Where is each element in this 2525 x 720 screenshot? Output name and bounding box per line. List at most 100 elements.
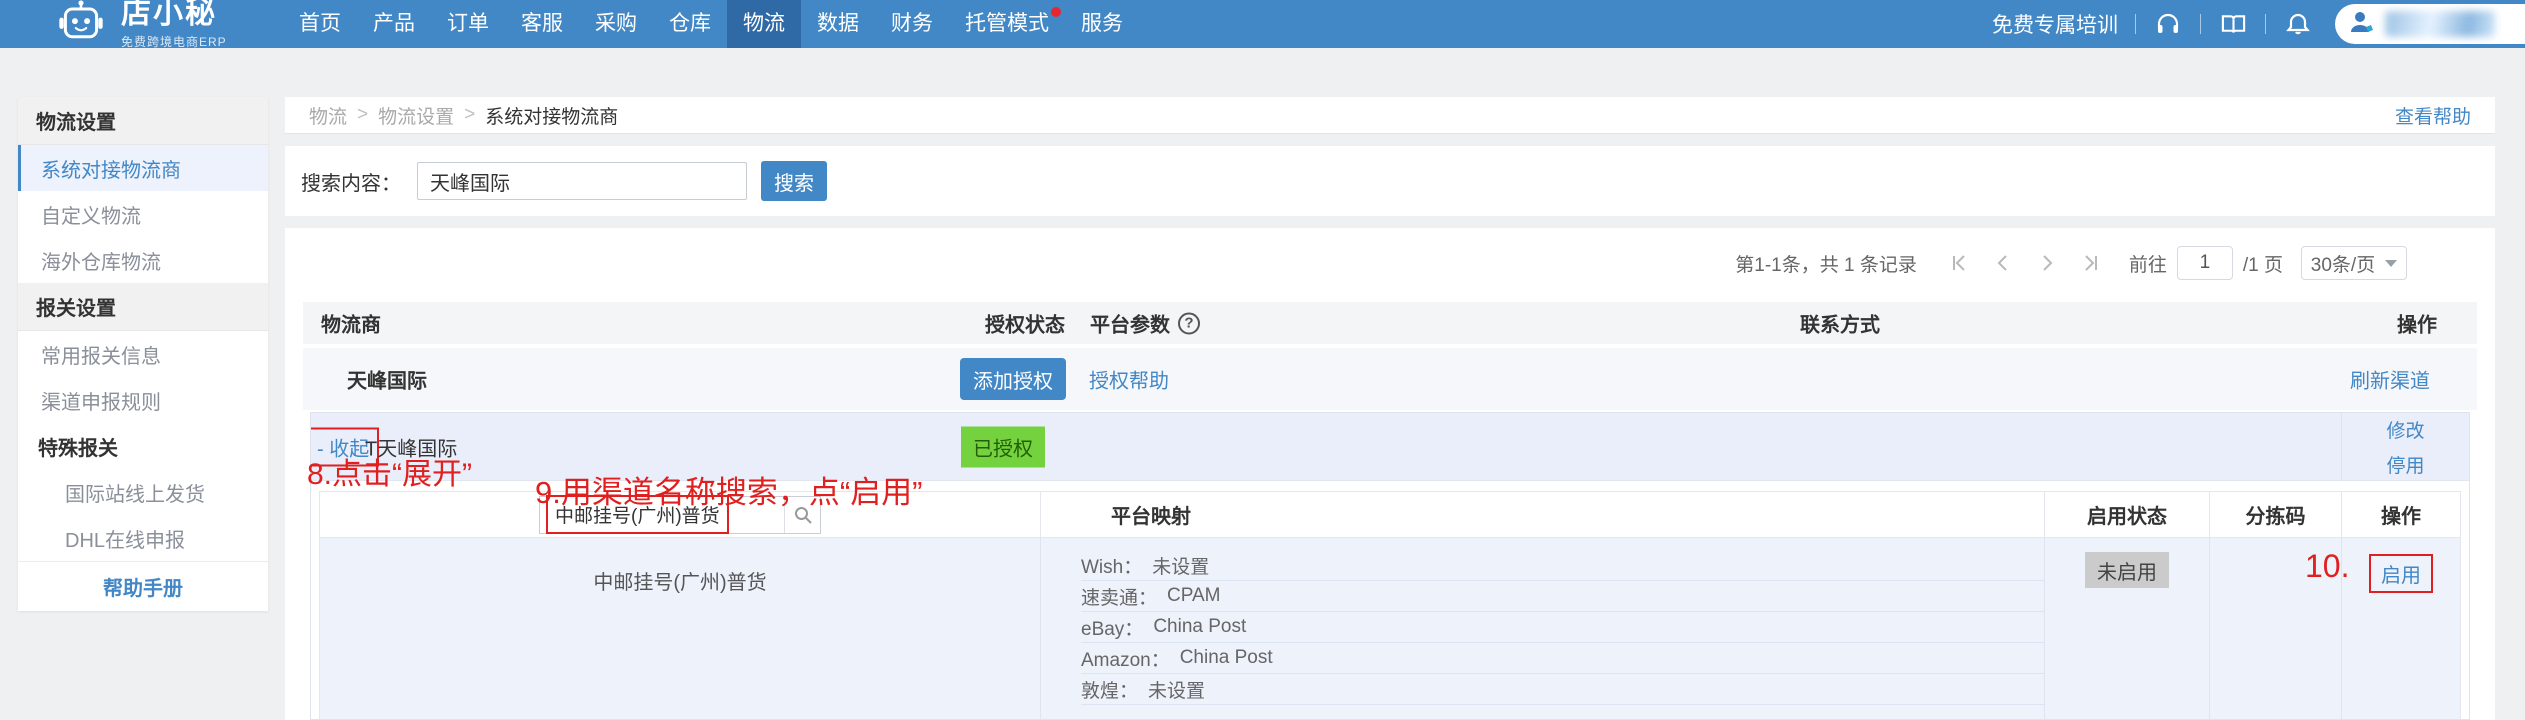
brand-tagline: 免费跨境电商ERP: [121, 34, 227, 49]
menu-item-data[interactable]: 数据: [801, 0, 875, 48]
enable-highlight-box: 启用: [2369, 554, 2433, 593]
navbar-right: 免费专属培训: [1992, 4, 2525, 44]
help-question-icon[interactable]: ?: [1178, 312, 1200, 334]
page-size-select[interactable]: 30条/页: [2301, 246, 2407, 280]
sidebar-item-overseas-warehouse[interactable]: 海外仓库物流: [18, 237, 268, 283]
menu-item-services[interactable]: 服务: [1065, 0, 1139, 48]
brand-logo[interactable]: 店小秘 免费跨境电商ERP: [55, 0, 283, 50]
enable-status-cell: 未启用: [2044, 538, 2209, 719]
brand-name: 店小秘: [121, 0, 217, 30]
headset-icon[interactable]: [2153, 9, 2183, 39]
mapping-wish: Wish： 未设置: [1081, 550, 2044, 581]
col-sort-code: 分拣码: [2209, 492, 2341, 537]
last-page-button[interactable]: [2078, 250, 2104, 276]
authorized-status-badge: 已授权: [961, 426, 1045, 467]
logistics-sidebar: 物流设置 系统对接物流商 自定义物流 海外仓库物流 报关设置 常用报关信息 渠道…: [18, 97, 268, 611]
robot-logo-icon: [55, 0, 107, 50]
mapping-aliexpress: 速卖通： CPAM: [1081, 581, 2044, 612]
col-auth-status: 授权状态: [985, 314, 1065, 337]
user-avatar-icon: [2347, 7, 2377, 42]
sidebar-item-dhl-online-declaration[interactable]: DHL在线申报: [18, 515, 268, 561]
mapping-dunhuang: 敦煌： 未设置: [1081, 674, 2044, 705]
platform-mapping-cell: Wish： 未设置 速卖通： CPAM eBay： China Post Amazon…: [1040, 538, 2044, 719]
mapping-amazon: Amazon： China Post: [1081, 643, 2044, 674]
menu-item-products[interactable]: 产品: [357, 0, 431, 48]
menu-item-managed-mode[interactable]: 托管模式: [949, 0, 1065, 48]
breadcrumb-separator: >: [464, 104, 476, 125]
next-page-button[interactable]: [2034, 250, 2060, 276]
channels-inner-table: 中邮挂号(广州)普货 平台映射 启用状态 分拣码 操作 中邮挂号(广州)普货 W…: [319, 491, 2461, 719]
refresh-channels-link[interactable]: 刷新渠道: [2350, 365, 2430, 394]
col-actions: 操作: [2397, 314, 2437, 337]
search-input[interactable]: [417, 162, 747, 200]
prev-page-button[interactable]: [1990, 250, 2016, 276]
menu-item-customer-service[interactable]: 客服: [505, 0, 579, 48]
sidebar-item-custom-logistics[interactable]: 自定义物流: [18, 191, 268, 237]
enable-channel-link[interactable]: 启用: [2381, 559, 2421, 588]
annotation-step-9: 9.用渠道名称搜索，点“启用”: [535, 475, 923, 510]
free-training-link[interactable]: 免费专属培训: [1992, 9, 2118, 39]
menu-item-logistics[interactable]: 物流: [727, 0, 801, 48]
menu-item-orders[interactable]: 订单: [431, 0, 505, 48]
not-enabled-badge: 未启用: [2085, 552, 2169, 588]
expanded-channel-section: - 收起 T天峰国际 已授权 修改 停用 中邮挂号(广州)普货 平台映射 启用状…: [310, 412, 2470, 720]
menu-item-home[interactable]: 首页: [283, 0, 357, 48]
manual-book-icon[interactable]: [2218, 9, 2248, 39]
new-badge-dot: [1051, 7, 1061, 17]
modify-link[interactable]: 修改: [2386, 416, 2424, 443]
breadcrumb-separator: >: [357, 104, 369, 125]
col-channel-actions: 操作: [2341, 492, 2460, 537]
menu-item-warehouse[interactable]: 仓库: [653, 0, 727, 48]
providers-table-header: 物流商 授权状态 平台参数 ? 联系方式 操作: [303, 302, 2477, 344]
menu-item-finance[interactable]: 财务: [875, 0, 949, 48]
disable-link[interactable]: 停用: [2386, 451, 2424, 478]
channel-row: 中邮挂号(广州)普货 Wish： 未设置 速卖通： CPAM eBay： China …: [320, 538, 2460, 719]
sidebar-item-common-customs-info[interactable]: 常用报关信息: [18, 331, 268, 377]
sidebar-item-intl-online-shipping[interactable]: 国际站线上发货: [18, 469, 268, 515]
search-label: 搜索内容：: [301, 172, 401, 195]
sidebar-item-channel-declaration-rules[interactable]: 渠道申报规则: [18, 377, 268, 423]
first-page-button[interactable]: [1946, 250, 1972, 276]
menu-item-purchasing[interactable]: 采购: [579, 0, 653, 48]
sidebar-help-manual-link[interactable]: 帮助手册: [18, 561, 268, 611]
divider: [2265, 14, 2266, 34]
view-help-link[interactable]: 查看帮助: [2395, 102, 2471, 129]
user-account-chip[interactable]: [2335, 4, 2525, 44]
page-number-input[interactable]: [2176, 246, 2233, 280]
col-provider: 物流商: [321, 314, 381, 337]
breadcrumb: 物流 > 物流设置 > 系统对接物流商 查看帮助: [285, 97, 2495, 134]
main-menu: 首页 产品 订单 客服 采购 仓库 物流 数据 财务 托管模式 服务: [283, 0, 1139, 48]
add-authorization-button[interactable]: 添加授权: [960, 358, 1066, 400]
dianxiaomi-erp-screen: 店小秘 免费跨境电商ERP 首页 产品 订单 客服 采购 仓库 物流 数据 财务…: [0, 0, 2525, 720]
total-pages-label: /1 页: [2242, 254, 2283, 276]
user-name-blurred: [2385, 11, 2495, 37]
account-actions-cell: 修改 停用: [2341, 413, 2469, 480]
col-contact: 联系方式: [1800, 314, 1880, 337]
chevron-down-icon: [2385, 259, 2398, 267]
provider-name: 天峰国际: [347, 370, 427, 393]
sidebar-item-system-carriers[interactable]: 系统对接物流商: [18, 145, 268, 191]
breadcrumb-current-page: 系统对接物流商: [485, 106, 619, 128]
col-platform-params: 平台参数 ?: [1090, 309, 1200, 338]
col-enable-status: 启用状态: [2044, 492, 2209, 537]
pagination-summary: 第1-1条，共 1 条记录: [1735, 254, 1917, 276]
provider-search-panel: 搜索内容： 搜索: [285, 146, 2495, 216]
breadcrumb-logistics-settings[interactable]: 物流设置: [378, 102, 454, 129]
search-button[interactable]: 搜索: [761, 161, 827, 201]
goto-page-label: 前往: [2128, 254, 2167, 276]
pagination-bar: 第1-1条，共 1 条记录 前往 1 /1 页 30条/页: [1735, 246, 2407, 280]
provider-row: 天峰国际 添加授权 授权帮助 刷新渠道: [303, 348, 2477, 410]
mapping-ebay: eBay： China Post: [1081, 612, 2044, 643]
channel-actions-cell: 10. 启用: [2305, 538, 2460, 719]
annotation-step-8: 8.点击“展开”: [307, 458, 472, 491]
divider: [2200, 14, 2201, 34]
sidebar-section-logistics-settings: 物流设置: [18, 97, 268, 145]
sidebar-section-customs-settings: 报关设置: [18, 283, 268, 331]
breadcrumb-logistics[interactable]: 物流: [309, 102, 347, 129]
authorization-help-link[interactable]: 授权帮助: [1089, 365, 1169, 394]
col-platform-mapping: 平台映射: [1040, 492, 2044, 537]
channel-name-cell: 中邮挂号(广州)普货: [593, 572, 767, 594]
notification-bell-icon[interactable]: [2283, 9, 2313, 39]
sidebar-group-special-customs[interactable]: 特殊报关: [18, 423, 268, 469]
page-size-value: 30条/页: [2310, 254, 2376, 276]
